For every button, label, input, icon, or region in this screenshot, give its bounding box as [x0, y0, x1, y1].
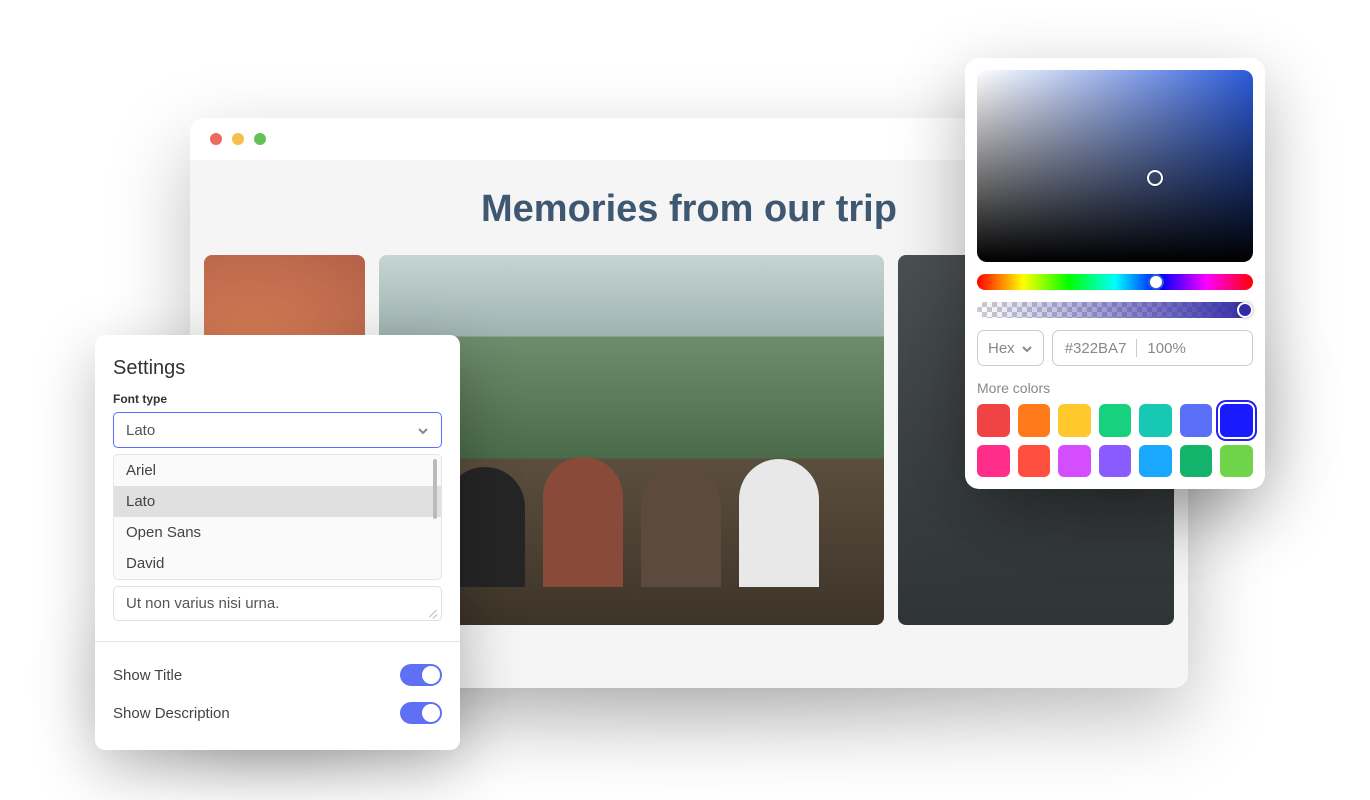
color-swatch[interactable]	[1058, 404, 1091, 437]
hex-value: #322BA7	[1065, 340, 1127, 357]
color-swatch[interactable]	[1018, 445, 1051, 478]
settings-heading: Settings	[113, 357, 442, 380]
window-close-icon[interactable]	[210, 133, 222, 145]
color-swatches	[977, 404, 1253, 477]
color-swatch[interactable]	[1018, 404, 1051, 437]
color-swatch[interactable]	[1180, 404, 1213, 437]
window-maximize-icon[interactable]	[254, 133, 266, 145]
divider	[1136, 339, 1137, 357]
chevron-down-icon	[1021, 342, 1033, 354]
color-swatch[interactable]	[1139, 445, 1172, 478]
saturation-value-field[interactable]	[977, 70, 1253, 262]
color-swatch[interactable]	[977, 404, 1010, 437]
color-swatch[interactable]	[1099, 404, 1132, 437]
font-type-selected-value: Lato	[126, 422, 155, 439]
chevron-down-icon	[417, 424, 429, 436]
color-swatch[interactable]	[1180, 445, 1213, 478]
font-type-label: Font type	[113, 392, 442, 406]
description-value: Ut non varius nisi urna.	[126, 595, 279, 612]
more-colors-label: More colors	[977, 380, 1253, 396]
color-swatch[interactable]	[1139, 404, 1172, 437]
window-minimize-icon[interactable]	[232, 133, 244, 145]
show-description-label: Show Description	[113, 705, 230, 722]
alpha-value: 100%	[1147, 340, 1185, 357]
color-swatch[interactable]	[977, 445, 1010, 478]
resize-handle-icon[interactable]	[428, 607, 438, 617]
show-title-label: Show Title	[113, 667, 182, 684]
dropdown-scrollbar[interactable]	[433, 459, 437, 519]
color-swatch[interactable]	[1220, 404, 1253, 437]
font-option-ariel[interactable]: Ariel	[114, 455, 441, 486]
color-hex-input[interactable]: #322BA7 100%	[1052, 330, 1253, 366]
font-type-dropdown: Ariel Lato Open Sans David	[113, 454, 442, 580]
font-option-david[interactable]: David	[114, 548, 441, 579]
font-type-select[interactable]: Lato	[113, 412, 442, 448]
color-format-select[interactable]: Hex	[977, 330, 1044, 366]
color-format-value: Hex	[988, 340, 1015, 357]
font-option-open-sans[interactable]: Open Sans	[114, 517, 441, 548]
hue-cursor-icon[interactable]	[1148, 274, 1164, 290]
divider	[95, 641, 460, 642]
color-picker-panel: Hex #322BA7 100% More colors	[965, 58, 1265, 489]
settings-panel: Settings Font type Lato Ariel Lato Open …	[95, 335, 460, 750]
sv-cursor-icon[interactable]	[1147, 170, 1163, 186]
show-description-toggle[interactable]	[400, 702, 442, 724]
font-option-lato[interactable]: Lato	[114, 486, 441, 517]
color-swatch[interactable]	[1099, 445, 1132, 478]
alpha-slider[interactable]	[977, 302, 1253, 318]
show-title-toggle[interactable]	[400, 664, 442, 686]
hue-slider[interactable]	[977, 274, 1253, 290]
alpha-cursor-icon[interactable]	[1237, 302, 1253, 318]
color-swatch[interactable]	[1058, 445, 1091, 478]
color-swatch[interactable]	[1220, 445, 1253, 478]
description-textarea[interactable]: Ut non varius nisi urna.	[113, 586, 442, 621]
